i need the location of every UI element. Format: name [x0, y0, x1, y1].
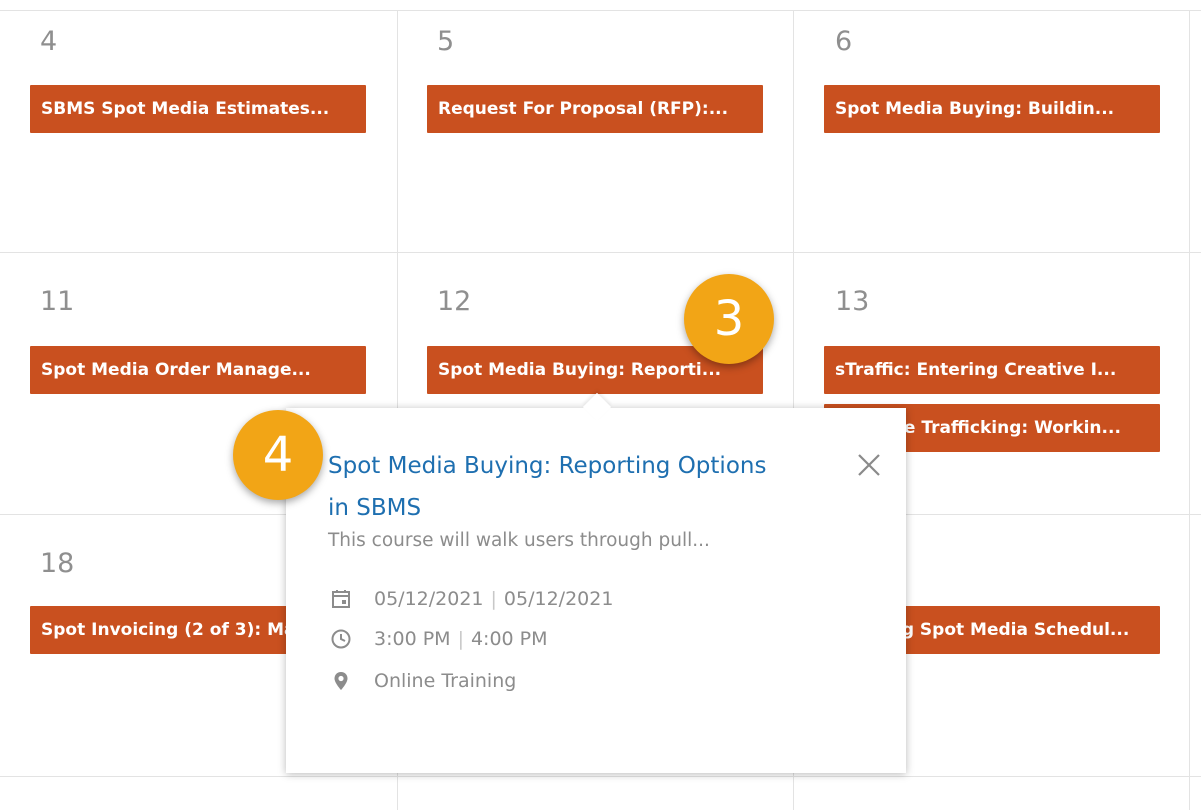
day-number: 13 [835, 286, 870, 317]
separator: | [457, 628, 464, 650]
calendar-event[interactable]: Request For Proposal (RFP):... [427, 85, 763, 133]
calendar-event[interactable]: Spot Media Buying: Buildin... [824, 85, 1160, 133]
calendar-event[interactable]: sTraffic: Entering Creative I... [824, 346, 1160, 394]
event-date-row: 05/12/2021 | 05/12/2021 [328, 586, 613, 612]
calendar-event[interactable]: Spot Media Order Manage... [30, 346, 366, 394]
grid-line [0, 776, 1201, 777]
event-title-link[interactable]: Spot Media Buying: Reporting Options in … [328, 445, 768, 529]
grid-line [0, 252, 1201, 253]
event-time-row: 3:00 PM | 4:00 PM [328, 626, 548, 652]
location-pin-icon [328, 668, 354, 694]
event-start-date: 05/12/2021 [374, 588, 484, 610]
calendar-icon [328, 586, 354, 612]
clock-icon [328, 626, 354, 652]
day-number: 11 [40, 286, 75, 317]
day-number: 12 [437, 286, 472, 317]
event-location: Online Training [374, 670, 517, 692]
close-icon[interactable] [852, 448, 886, 482]
event-end-date: 05/12/2021 [503, 588, 614, 610]
grid-line [1189, 10, 1190, 810]
event-detail-popup: Spot Media Buying: Reporting Options in … [286, 392, 906, 773]
callout-badge-3: 3 [684, 274, 774, 364]
day-number: 5 [437, 26, 455, 57]
grid-line [0, 10, 1201, 11]
day-number: 6 [835, 26, 853, 57]
day-number: 4 [40, 26, 58, 57]
event-description: This course will walk users through pull… [328, 530, 710, 551]
day-number: 18 [40, 548, 75, 579]
event-end-time: 4:00 PM [470, 628, 548, 650]
event-start-time: 3:00 PM [374, 628, 451, 650]
callout-badge-4: 4 [233, 410, 323, 500]
calendar-event[interactable]: SBMS Spot Media Estimates... [30, 85, 366, 133]
event-location-row: Online Training [328, 668, 516, 694]
separator: | [490, 588, 497, 610]
